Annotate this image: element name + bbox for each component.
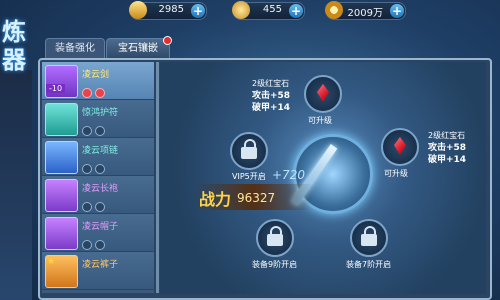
upgrade-label-top: 可升级 bbox=[308, 116, 332, 125]
gem-socket-right[interactable] bbox=[381, 128, 419, 166]
red-gem-icon bbox=[317, 84, 329, 102]
vip-unlock-label: VIP5开启 bbox=[232, 172, 266, 181]
gem-slot-empty bbox=[82, 164, 92, 174]
right-gem-pierce: 破甲+14 bbox=[428, 155, 467, 165]
equipment-name: 凌云长袍 bbox=[82, 184, 119, 194]
equipment-list[interactable]: -10 凌云剑 惊鸿护符 凌云项链 凌云长袍 凌云帽子 ★ 凌云裤子 bbox=[42, 62, 154, 293]
lock-icon bbox=[361, 226, 377, 246]
coin-value: 2009万 bbox=[347, 8, 383, 19]
right-gem-attack: 攻击+58 bbox=[428, 143, 467, 153]
top-gem-pierce: 破甲+14 bbox=[252, 103, 291, 113]
combat-power: 战力 96327 bbox=[193, 184, 313, 210]
equipment-name: 凌云帽子 bbox=[82, 222, 119, 232]
star-icon: ★ bbox=[47, 257, 56, 267]
resource-bar: 2985 + 455 + 2009万 + bbox=[0, 0, 500, 22]
right-gem-stats: 2级红宝石 攻击+58 破甲+14 bbox=[428, 130, 466, 166]
upgrade-label-right: 可升级 bbox=[384, 169, 408, 178]
title-char-1: 炼 bbox=[2, 17, 26, 46]
gem-slot-filled bbox=[82, 88, 92, 98]
power-value: 96327 bbox=[237, 191, 276, 205]
ingot-value: 455 bbox=[262, 4, 282, 15]
robe-icon bbox=[45, 179, 78, 212]
power-label: 战力 bbox=[199, 190, 232, 209]
equipment-item-sword[interactable]: -10 凌云剑 bbox=[42, 62, 154, 101]
level-badge: -10 bbox=[46, 84, 66, 93]
ingot-icon bbox=[232, 1, 250, 19]
left-ornament bbox=[0, 70, 32, 300]
sword-icon bbox=[45, 65, 78, 98]
gem-socket-top[interactable] bbox=[304, 75, 342, 113]
equipment-name: 凌云裤子 bbox=[82, 260, 119, 270]
top-gem-stats: 2级红宝石 攻击+58 破甲+14 bbox=[252, 78, 290, 114]
top-gem-attack: 攻击+58 bbox=[252, 91, 291, 101]
coin-resource: 2009万 + bbox=[325, 1, 406, 20]
hat-icon bbox=[45, 217, 78, 250]
equipment-item-necklace[interactable]: 凌云项链 bbox=[42, 138, 154, 176]
title-char-2: 器 bbox=[2, 45, 26, 74]
red-gem-icon bbox=[394, 137, 406, 155]
top-gem-name: 2级红宝石 bbox=[252, 79, 290, 88]
gem-board: 2级红宝石 攻击+58 破甲+14 可升级 可升级 2级红宝石 攻击+58 破甲… bbox=[160, 62, 486, 294]
lock-icon bbox=[241, 139, 257, 159]
equipment-name: 惊鸿护符 bbox=[82, 108, 119, 118]
add-ingot-button[interactable]: + bbox=[289, 4, 303, 18]
gold-bar-icon bbox=[129, 1, 147, 19]
right-gem-name: 2级红宝石 bbox=[428, 131, 466, 140]
gem-slot-filled bbox=[95, 88, 105, 98]
coin-icon bbox=[325, 1, 343, 19]
gem-slot-empty bbox=[82, 202, 92, 212]
tab-enhance[interactable]: 装备强化 bbox=[45, 38, 105, 59]
amulet-icon bbox=[45, 103, 78, 136]
gem-slot-empty bbox=[95, 164, 105, 174]
gem-slot-empty bbox=[95, 126, 105, 136]
power-gain: +720 bbox=[272, 168, 305, 182]
page-title: 炼 器 bbox=[2, 18, 32, 74]
equipment-name: 凌云项链 bbox=[82, 146, 119, 156]
add-coin-button[interactable]: + bbox=[390, 4, 404, 18]
equipment-item-robe[interactable]: 凌云长袍 bbox=[42, 176, 154, 214]
necklace-icon bbox=[45, 141, 78, 174]
equipment-item-hat[interactable]: 凌云帽子 bbox=[42, 214, 154, 252]
ingot-resource: 455 + bbox=[232, 1, 305, 20]
tab-gem-inlay[interactable]: 宝石镶嵌 bbox=[106, 36, 172, 59]
add-gold-bar-button[interactable]: + bbox=[191, 4, 205, 18]
gold-bar-value: 2985 bbox=[158, 4, 184, 15]
notification-dot bbox=[163, 36, 172, 45]
gold-bar-resource: 2985 + bbox=[129, 1, 207, 20]
unlock-label-7: 装备7阶开启 bbox=[346, 260, 392, 269]
gem-slot-empty bbox=[95, 240, 105, 250]
equipment-name: 凌云剑 bbox=[82, 70, 110, 80]
pants-icon: ★ bbox=[45, 255, 78, 288]
gem-slot-empty bbox=[82, 240, 92, 250]
locked-socket-bottom-right[interactable] bbox=[350, 219, 388, 257]
lock-icon bbox=[267, 226, 283, 246]
gem-slot-empty bbox=[95, 202, 105, 212]
gem-slot-empty bbox=[82, 126, 92, 136]
locked-socket-bottom-left[interactable] bbox=[256, 219, 294, 257]
equipment-item-amulet[interactable]: 惊鸿护符 bbox=[42, 100, 154, 138]
tab-gem-inlay-label: 宝石镶嵌 bbox=[118, 43, 158, 54]
locked-socket-left[interactable] bbox=[230, 132, 268, 170]
unlock-label-9: 装备9阶开启 bbox=[252, 260, 298, 269]
list-scrollbar[interactable] bbox=[156, 62, 159, 293]
equipment-item-pants[interactable]: ★ 凌云裤子 bbox=[42, 252, 154, 290]
